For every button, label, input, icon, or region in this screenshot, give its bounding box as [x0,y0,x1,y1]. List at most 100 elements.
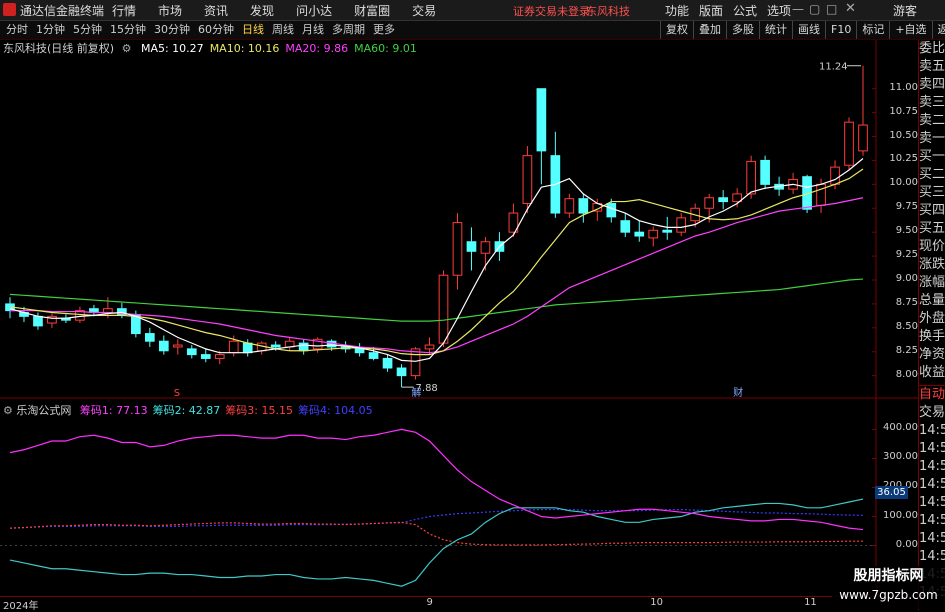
chart-area[interactable]: 11.247.88S 解财 [0,40,918,596]
tick-row: 14:56 [919,531,945,546]
quote-field: 买二 [919,167,945,182]
chip3-line [9,521,864,546]
minimize-icon[interactable]: — [792,2,804,16]
quote-field: 换手 [919,329,945,344]
quote-panel: 委比 卖五 卖四 卖三 卖二 卖一 买一 买二 买三 买四 买五 现价 涨跌 涨幅 总量 外盘 换手 净资 收益 [918,40,945,395]
candle-body [228,340,239,354]
tick-row[interactable]: 自动 [919,386,945,404]
date-label: 2024年 [3,601,39,612]
tick-row: 交易 [919,405,945,420]
candle-body [704,197,715,209]
period-tab[interactable]: 1分钟 [32,21,69,39]
sub-chart-title: 乐淘公式网 [16,404,72,417]
price-tick-label: 8.25 [895,344,918,356]
period-tab[interactable]: 月线 [298,21,328,39]
candle-body [844,121,854,166]
period-tab[interactable]: 30分钟 [150,21,194,39]
quote-field: 委比 [919,41,945,56]
period-tab[interactable]: 周线 [268,21,298,39]
menu-item[interactable]: 交易 [412,4,436,18]
main-price-axis: 11.00 10.75 10.50 10.25 10.00 9.75 9.50 9.25 9.0… [876,40,918,400]
toolbar-button[interactable]: 多股 [726,21,759,39]
login-warning[interactable]: 证券交易未登录 [513,3,590,19]
quote-field: 总量 [919,293,945,308]
period-tab[interactable]: 日线 [238,21,268,39]
watermark-url: www.7gpzb.com [839,588,938,602]
quote-field: 净资 [919,347,945,362]
quote-field: 涨跌 [919,257,945,272]
period-tab[interactable]: 15分钟 [106,21,150,39]
toolbar-button[interactable]: +自选 [889,21,931,39]
date-label: 11 [804,597,817,608]
date-label: 9 [426,597,433,608]
price-tick-label: 10.00 [889,177,918,189]
candle-body [564,198,575,214]
toolbar-button[interactable]: 标记 [856,21,889,39]
period-tab[interactable]: 多周期 [328,21,369,39]
price-tick-label: 9.25 [895,249,918,261]
toolbar-button[interactable]: F10 [825,21,856,39]
chip-label: 筹码4: 104.05 [297,404,373,417]
candle-body [662,229,673,233]
event-marker[interactable]: 财 [733,386,743,399]
candle-body [620,220,631,233]
price-tick-label: 8.50 [895,320,918,332]
right-menu-item[interactable]: 选项 [767,4,791,18]
event-marker[interactable]: S [174,388,180,399]
quote-field: 涨幅 [919,275,945,290]
candle-body [522,155,533,204]
candle-body [858,124,868,152]
quote-field: 外盘 [919,311,945,326]
watermark: 股朋指标网 www.7gpzb.com [832,566,945,609]
period-tab[interactable]: 更多 [369,21,399,39]
toolbar-button[interactable]: 复权 [660,21,693,39]
menu-item[interactable]: 市场 [158,4,182,18]
price-tick-label: 9.50 [895,225,918,237]
candle-body [368,352,379,359]
app-title: 通达信金融终端 [20,4,105,18]
sub-chart-header: ⚙ 乐淘公式网 筹码1: 77.13 筹码2: 42.87 筹码3: 15.15 筹码… [0,402,373,418]
menu-item[interactable]: 问小达 [296,4,332,18]
price-tick-label: 8.75 [895,296,918,308]
quote-field: 卖二 [919,113,945,128]
candle-body [382,357,393,369]
candle-body [33,315,43,327]
toolbar-button[interactable]: 叠加 [693,21,726,39]
chip-label: 筹码1: 77.13 [79,404,148,417]
candle-body [214,354,225,359]
event-marker[interactable]: 解 [412,386,422,399]
quote-field: 买一 [919,149,945,164]
chip-label: 筹码3: 15.15 [225,404,293,417]
toolbar-button[interactable]: 统计 [759,21,792,39]
menu-item[interactable]: 行情 [112,4,136,18]
tick-row: 14:56 [919,459,945,474]
period-tab[interactable]: 分时 [2,21,32,39]
toolbar-button[interactable]: 画线 [792,21,825,39]
candle-body [452,222,463,276]
right-menu-item[interactable]: 公式 [733,4,757,18]
right-menu-item[interactable]: 功能 [665,4,689,18]
candle-body [480,241,491,254]
maximize-icon[interactable]: □ [826,2,837,16]
right-menu-item[interactable]: 版面 [699,4,723,18]
close-icon[interactable]: ✕ [845,1,856,16]
menu-item[interactable]: 财富圈 [354,4,390,18]
candle-body [396,367,407,377]
candle-body [676,217,687,233]
quote-field: 卖一 [919,131,945,146]
restore-icon[interactable]: ▢ [809,2,820,16]
sub-tick-label: 100.00 [883,509,918,521]
toolbar-button[interactable]: 返回 [931,21,945,39]
period-tab[interactable]: 5分钟 [69,21,106,39]
candle-body [830,166,840,185]
candle-body [410,348,421,377]
guest-label[interactable]: 游客 [893,2,917,19]
chip-label: 筹码2: 42.87 [152,404,221,417]
settings-icon[interactable]: ⚙ [3,404,13,417]
tick-row: 14:56 [919,549,945,564]
period-tab[interactable]: 60分钟 [194,21,238,39]
candle-body [536,88,547,152]
candle-body [270,344,281,348]
menu-item[interactable]: 资讯 [204,4,228,18]
menu-item[interactable]: 发现 [250,4,274,18]
